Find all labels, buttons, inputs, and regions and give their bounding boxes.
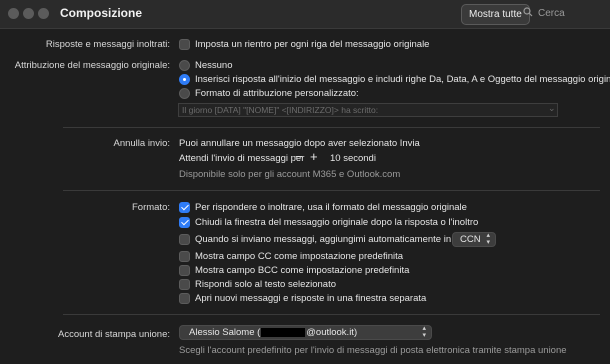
indent-checkbox[interactable] [179,39,190,50]
format-original-checkbox[interactable] [179,202,190,213]
undo-send-description: Puoi annullare un messaggio dopo aver se… [179,138,420,149]
show-bcc-checkbox[interactable] [179,265,190,276]
separate-window-checkbox[interactable] [179,293,190,304]
auto-cc-label: Quando si inviano messaggi, aggiungimi a… [195,234,493,245]
search-field[interactable]: Cerca [523,7,565,20]
search-icon [523,7,533,20]
attribution-section-label: Attribuzione del messaggio originale: [14,60,170,71]
undo-send-label: Annulla invio: [113,138,170,149]
merge-account-popup[interactable]: Alessio Salome ( @outlook.it) ▴ ▾ [179,325,432,340]
minimize-window-button[interactable] [23,8,34,19]
increase-delay-button[interactable]: + [310,149,318,164]
undo-send-note: Disponibile solo per gli account M365 e … [179,169,401,180]
separator [63,190,600,191]
merge-account-suffix: @outlook.it) [306,327,358,338]
show-bcc-label: Mostra campo BCC come impostazione prede… [195,265,410,276]
show-cc-label: Mostra campo CC come impostazione predef… [195,251,404,262]
zoom-window-button[interactable] [38,8,49,19]
decrease-delay-button[interactable]: − [295,149,303,164]
undo-delay-value: 10 secondi [330,153,376,164]
redacted-email [261,327,306,337]
show-cc-checkbox[interactable] [179,251,190,262]
custom-attribution-field[interactable]: Il giorno [DATA] "[NOME]" <[INDIRIZZO]> … [178,103,558,117]
attribution-radio-custom[interactable] [179,88,190,99]
format-section-label: Formato: [131,202,170,213]
indent-option-label: Imposta un rientro per ogni riga del mes… [195,39,430,50]
cc-type-value: CCN [460,234,481,245]
merge-account-note: Scegli l'account predefinito per l'invio… [179,345,567,356]
separator [63,127,600,128]
title-bar: Composizione Mostra tutte Cerca [0,0,610,29]
close-window-button[interactable] [8,8,19,19]
chevron-down-icon: ⌄ [548,103,556,113]
format-original-label: Per rispondere o inoltrare, usa il forma… [195,202,467,213]
undo-delay-label: Attendi l'invio di messaggi per [179,153,305,164]
attribution-option-insert: Inserisci risposta all'inizio del messag… [195,74,610,85]
attribution-radio-none[interactable] [179,60,190,71]
attribution-radio-insert[interactable] [179,74,190,85]
reply-selected-checkbox[interactable] [179,279,190,290]
reply-selected-label: Rispondi solo al testo selezionato [195,279,337,290]
close-original-label: Chiudi la finestra del messaggio origina… [195,217,479,228]
merge-account-name: Alessio Salome ( [189,327,261,338]
popup-arrows-icon: ▴ ▾ [486,232,490,246]
merge-account-label: Account di stampa unione: [58,329,170,340]
attribution-option-custom: Formato di attribuzione personalizzato: [195,88,359,99]
merge-account-value: Alessio Salome ( @outlook.it) [189,326,357,339]
separator [63,314,600,315]
show-all-button[interactable]: Mostra tutte [461,4,530,25]
reply-section-label: Risposte e messaggi inoltrati: [45,39,170,50]
window-title: Composizione [60,6,143,20]
search-placeholder: Cerca [538,8,565,20]
auto-cc-checkbox[interactable] [179,234,190,245]
popup-arrows-icon: ▴ ▾ [422,325,426,339]
attribution-option-none: Nessuno [195,60,233,71]
separate-window-label: Apri nuovi messaggi e risposte in una fi… [195,293,427,304]
cc-type-popup[interactable]: CCN ▴ ▾ [452,232,496,247]
close-original-checkbox[interactable] [179,217,190,228]
